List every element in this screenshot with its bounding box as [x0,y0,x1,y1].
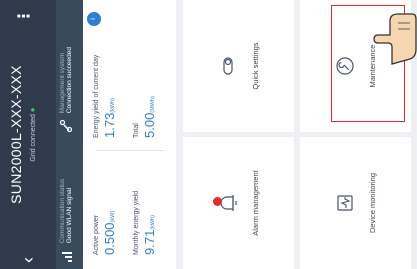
total-energy: Total 5.00(MWh) [133,96,157,138]
alarm-management-label: Alarm management [251,170,260,236]
divider [95,150,165,151]
total-unit: (MWh) [150,96,156,113]
active-power-label: Active power [93,214,100,255]
energy-panel: Active power 0.500(kW) Energy yield of c… [83,0,176,269]
grid-status: Grid connected ● [28,0,37,269]
total-value: 5.00 [142,112,157,138]
tile-alarm-management[interactable]: Alarm management [183,137,294,269]
quick-settings-icon [223,57,233,75]
active-power: Active power 0.500(kW) [93,211,117,255]
device-name: SUN2000L-XXX-XXX [8,65,24,204]
monthly-value: 9.71 [142,229,157,255]
wlan-signal-icon [62,252,72,262]
energy-today-unit: (kWh) [110,98,116,113]
monthly-unit: (kWh) [150,215,156,230]
grid-status-dot-icon: ● [28,107,37,113]
device-monitoring-icon [337,195,353,211]
management-value: Connection succeeded [66,47,73,114]
status-bar: Communication status Good WLAN signal Ma… [56,0,83,269]
monthly-energy: Monthly energy yield 9.71(kWh) [133,191,157,255]
quick-settings-label: Quick settings [251,42,260,90]
total-label: Total [133,123,140,138]
link-icon [59,119,73,133]
energy-today-label: Energy yield of current day [93,54,100,138]
management-status: Management system Connection succeeded [59,47,73,133]
tile-device-monitoring[interactable]: Device monitoring [300,137,411,269]
more-icon[interactable]: ⋮ [14,8,34,24]
grid-status-text: Grid connected [30,114,37,162]
communication-value: Good WLAN signal [66,187,73,244]
active-power-unit: (kW) [110,210,116,223]
active-power-value: 0.500 [102,222,117,255]
energy-today: Energy yield of current day 1.73(kWh) [93,55,117,138]
app-header: ‹ SUN2000L-XXX-XXX Grid connected ● ⋮ [0,0,56,269]
alarm-indicator [213,197,222,206]
management-label: Management system [59,52,66,114]
pointing-hand-icon [373,13,417,65]
energy-today-value: 1.73 [102,112,117,138]
communication-label: Communication status [59,178,66,244]
communication-status: Communication status Good WLAN signal [59,179,73,263]
app-screen: ‹ SUN2000L-XXX-XXX Grid connected ● ⋮ Co… [0,0,417,269]
info-badge[interactable]: i [87,12,101,26]
tile-quick-settings[interactable]: Quick settings [183,0,294,132]
device-monitoring-label: Device monitoring [368,172,377,234]
monthly-label: Monthly energy yield [133,190,140,255]
